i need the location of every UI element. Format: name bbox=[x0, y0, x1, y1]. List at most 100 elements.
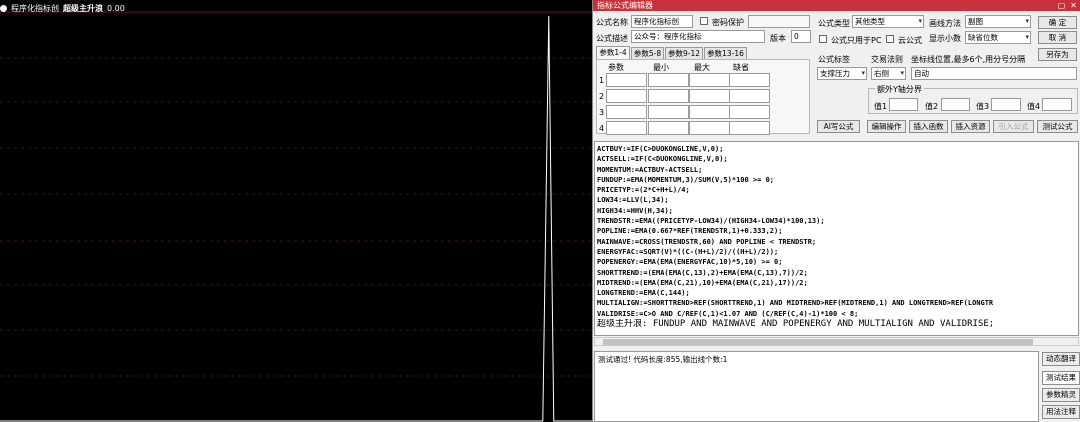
version-input[interactable]: 0 bbox=[791, 30, 811, 43]
param-max-cell[interactable] bbox=[689, 73, 730, 87]
extra-value-3-input[interactable] bbox=[991, 98, 1021, 111]
formula-name-label: 公式名称 bbox=[596, 18, 628, 27]
extra-value-4-label: 值4 bbox=[1027, 102, 1041, 111]
editor-title: 指标公式编辑器 bbox=[597, 1, 653, 10]
pc-only-label: 公式只用于PC bbox=[831, 36, 882, 45]
formula-editor-window: 指标公式编辑器 ▢ ✕ 公式名称 程序化指标创 密码保护 公式类型 其他类型 画… bbox=[592, 0, 1080, 422]
series-dot-icon bbox=[0, 5, 7, 12]
window-close-icon[interactable]: ✕ bbox=[1068, 0, 1079, 11]
tab-params-13-16[interactable]: 参数13-16 bbox=[704, 47, 747, 59]
code-line[interactable]: POPLINE:=EMA(0.667*REF(TRENDSTR,1)+0.333… bbox=[597, 226, 1076, 236]
code-line[interactable]: POPENERGY:=EMA(EMA(ENERGYFAC,10)*5,10) >… bbox=[597, 257, 1076, 267]
param-max-cell[interactable] bbox=[689, 121, 730, 135]
param-min-cell[interactable] bbox=[648, 89, 689, 103]
param-name-cell[interactable] bbox=[606, 73, 647, 87]
confirm-button[interactable]: 确 定 bbox=[1038, 16, 1077, 29]
param-max-cell[interactable] bbox=[689, 89, 730, 103]
param-row-number: 4 bbox=[599, 124, 605, 133]
tab-params-9-12[interactable]: 参数9-12 bbox=[665, 47, 703, 59]
import-formula-button[interactable]: 引入公式 bbox=[993, 120, 1034, 133]
version-label: 版本 bbox=[770, 34, 786, 43]
param-default-cell[interactable] bbox=[729, 121, 770, 135]
password-checkbox[interactable] bbox=[700, 17, 708, 25]
code-line[interactable]: SHORTTREND:=(EMA(EMA(C,13),2)+EMA(EMA(C,… bbox=[597, 268, 1076, 278]
scrollbar-thumb[interactable] bbox=[603, 339, 1033, 345]
extra-value-3-label: 值3 bbox=[976, 102, 990, 111]
cloud-checkbox[interactable] bbox=[886, 35, 894, 43]
draw-method-select[interactable]: 副图 bbox=[965, 15, 1031, 28]
extra-value-1-label: 值1 bbox=[874, 102, 888, 111]
cancel-button[interactable]: 取 消 bbox=[1038, 31, 1077, 44]
code-line[interactable]: 超级主升浪: FUNDUP AND MAINWAVE AND POPENERGY… bbox=[597, 319, 1076, 329]
axis-position-input[interactable]: 自动 bbox=[911, 67, 1077, 80]
extra-axis-label: 额外Y轴分界 bbox=[875, 84, 924, 95]
trade-rule-select[interactable]: 右侧 bbox=[871, 67, 906, 80]
extra-value-2-label: 值2 bbox=[925, 102, 939, 111]
code-line[interactable]: LONGTREND:=EMA(C,144); bbox=[597, 288, 1076, 298]
code-line[interactable]: ACTSELL:=IF(C<DUOKONGLINE,V,0); bbox=[597, 154, 1076, 164]
code-line[interactable]: TRENDSTR:=EMA((PRICETYP-LOW34)/(HIGH34-L… bbox=[597, 216, 1076, 226]
save-as-button[interactable]: 另存为 bbox=[1038, 48, 1077, 61]
param-header-min: 最小 bbox=[653, 63, 669, 72]
tag-select[interactable]: 支撑压力 bbox=[817, 67, 867, 80]
code-line[interactable]: ENERGYFAC:=SQRT(V)*((C-(H+L)/2)/((H+L)/2… bbox=[597, 247, 1076, 257]
param-default-cell[interactable] bbox=[729, 73, 770, 87]
password-label: 密码保护 bbox=[712, 18, 744, 27]
code-line[interactable]: PRICETYP:=(2*C+H+L)/4; bbox=[597, 185, 1076, 195]
param-min-cell[interactable] bbox=[648, 105, 689, 119]
tab-params-5-8[interactable]: 参数5-8 bbox=[631, 47, 664, 59]
test-formula-button[interactable]: 测试公式 bbox=[1037, 120, 1078, 133]
param-min-cell[interactable] bbox=[648, 121, 689, 135]
extra-value-4-input[interactable] bbox=[1042, 98, 1072, 111]
code-line[interactable]: MIDTREND:=(EMA(EMA(C,21),10)+EMA(EMA(C,2… bbox=[597, 278, 1076, 288]
insert-function-button[interactable]: 插入函数 bbox=[909, 120, 948, 133]
param-row-number: 1 bbox=[599, 76, 605, 85]
status-text: 测试通过! 代码长度:855,输出线个数:1 bbox=[598, 355, 728, 364]
test-result-button[interactable]: 测试结果 bbox=[1042, 371, 1080, 385]
code-line[interactable]: ACTBUY:=IF(C>DUOKONGLINE,V,0); bbox=[597, 144, 1076, 154]
password-input[interactable] bbox=[748, 15, 810, 28]
insert-resource-button[interactable]: 插入资源 bbox=[951, 120, 990, 133]
axis-position-label: 坐标线位置,最多6个,用分号分隔 bbox=[911, 55, 1026, 64]
edit-ops-button[interactable]: 编辑操作 bbox=[867, 120, 906, 133]
window-restore-icon[interactable]: ▢ bbox=[1056, 0, 1067, 11]
tab-params-1-4[interactable]: 参数1-4 bbox=[596, 46, 630, 59]
param-default-cell[interactable] bbox=[729, 105, 770, 119]
param-default-cell[interactable] bbox=[729, 89, 770, 103]
param-header-max: 最大 bbox=[694, 63, 710, 72]
code-line[interactable]: MULTIALIGN:=SHORTTREND>REF(SHORTTREND,1)… bbox=[597, 298, 1076, 308]
param-name-cell[interactable] bbox=[606, 121, 647, 135]
indicator-chart[interactable]: 程序化指标创 超级主升浪 0.00 bbox=[0, 0, 592, 422]
pc-only-checkbox[interactable] bbox=[819, 35, 827, 43]
code-line[interactable]: FUNDUP:=EMA(MOMENTUM,3)/SUM(V,5)*100 >= … bbox=[597, 175, 1076, 185]
formula-code-editor[interactable]: ACTBUY:=IF(C>DUOKONGLINE,V,0); ACTSELL:=I… bbox=[594, 141, 1079, 336]
editor-titlebar[interactable]: 指标公式编辑器 bbox=[593, 0, 1080, 11]
formula-desc-label: 公式描述 bbox=[596, 34, 628, 43]
draw-method-label: 画线方法 bbox=[929, 19, 961, 28]
usage-notes-button[interactable]: 用法注释 bbox=[1042, 405, 1080, 419]
cloud-label: 云公式 bbox=[898, 36, 922, 45]
param-wizard-button[interactable]: 参数精灵 bbox=[1042, 388, 1080, 402]
code-line[interactable]: LOW34:=LLV(L,34); bbox=[597, 195, 1076, 205]
param-name-cell[interactable] bbox=[606, 105, 647, 119]
formula-name-input[interactable]: 程序化指标创 bbox=[631, 15, 693, 28]
code-line[interactable]: HIGH34:=HHV(H,34); bbox=[597, 206, 1076, 216]
signal-series-line bbox=[0, 15, 592, 422]
chart-header: 程序化指标创 超级主升浪 0.00 bbox=[0, 3, 125, 14]
code-line[interactable]: MOMENTUM:=ACTBUY-ACTSELL; bbox=[597, 165, 1076, 175]
formula-type-select[interactable]: 其他类型 bbox=[852, 15, 924, 28]
param-max-cell[interactable] bbox=[689, 105, 730, 119]
trade-rule-label: 交易法则 bbox=[871, 55, 903, 64]
formula-desc-input[interactable]: 公众号：程序化指标 bbox=[631, 30, 765, 43]
param-min-cell[interactable] bbox=[648, 73, 689, 87]
ai-write-button[interactable]: AI写公式 bbox=[817, 120, 860, 133]
code-horizontal-scrollbar[interactable] bbox=[594, 337, 1079, 346]
formula-type-label: 公式类型 bbox=[818, 19, 850, 28]
code-line[interactable]: MAINWAVE:=CROSS(TRENDSTR,60) AND POPLINE… bbox=[597, 237, 1076, 247]
extra-value-2-input[interactable] bbox=[941, 98, 970, 111]
code-line[interactable]: VALIDRISE:=C>O AND C/REF(C,1)<1.07 AND (… bbox=[597, 309, 1076, 319]
param-name-cell[interactable] bbox=[606, 89, 647, 103]
dynamic-translate-button[interactable]: 动态翻译 bbox=[1042, 352, 1080, 366]
extra-value-1-input[interactable] bbox=[889, 98, 918, 111]
decimals-select[interactable]: 缺省位数 bbox=[965, 31, 1031, 44]
